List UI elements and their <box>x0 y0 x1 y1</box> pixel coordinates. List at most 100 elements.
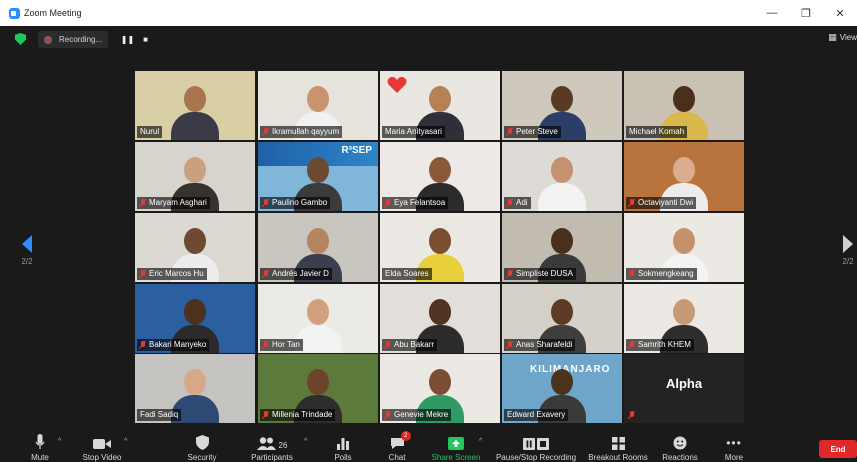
participant-tile[interactable]: Ikramullah qayyum <box>258 71 378 140</box>
participant-face <box>184 157 206 183</box>
participant-tile[interactable]: Bakari Manyeko <box>135 284 255 353</box>
stop-recording-button[interactable]: ■ <box>137 31 154 48</box>
participant-tile[interactable]: Alpha <box>624 354 744 423</box>
more-button[interactable]: ••• More <box>720 432 748 462</box>
participant-tile[interactable]: Maria Anityasari <box>380 71 500 140</box>
participant-tile[interactable]: Eya Felantsoa <box>380 142 500 211</box>
meeting-toolbar: Mute ^ Stop Video ^ Security 26 Particip… <box>0 431 857 462</box>
encryption-shield-icon[interactable] <box>15 33 26 45</box>
microphone-icon <box>35 432 45 450</box>
view-button[interactable]: ▦ View <box>828 32 857 43</box>
participant-tile[interactable]: Abu Bakarr <box>380 284 500 353</box>
participant-tile[interactable]: Maryam Asghari <box>135 142 255 211</box>
muted-microphone-icon <box>385 341 391 349</box>
participant-body <box>538 183 586 211</box>
participant-name: Nurul <box>140 127 160 136</box>
participant-tile[interactable]: KILIMANJARO Edward Exavery <box>502 354 622 423</box>
participant-name-tag: Andrés Javier D <box>260 268 332 280</box>
participant-face <box>429 369 451 395</box>
mute-button[interactable]: Mute <box>26 432 54 462</box>
restore-button[interactable]: ❐ <box>789 0 823 26</box>
next-page-button[interactable]: 2/2 <box>835 235 857 266</box>
zoom-window: Zoom Meeting — ❐ ✕ Recording... ❚❚ ■ ▦ V… <box>0 0 857 462</box>
participant-tile[interactable]: Fadi Sadiq <box>135 354 255 423</box>
recording-dot-icon <box>44 35 52 44</box>
muted-microphone-icon <box>263 128 269 136</box>
muted-microphone-icon <box>385 199 391 207</box>
share-screen-button[interactable]: Share Screen <box>430 432 482 462</box>
participant-tile[interactable]: Octaviyanti Dwi <box>624 142 744 211</box>
participant-tile[interactable]: Nurul <box>135 71 255 140</box>
participant-face <box>184 299 206 325</box>
grid-view-icon: ▦ <box>828 32 837 42</box>
participant-video <box>165 80 225 140</box>
participant-tile[interactable]: Eric Marcos Hu <box>135 213 255 282</box>
participant-name-tag: Hor Tan <box>260 339 303 351</box>
participant-name: Samrith KHEM <box>638 340 691 349</box>
participants-label: Participants <box>251 453 293 462</box>
polls-button[interactable]: Polls <box>330 432 356 462</box>
muted-microphone-icon <box>140 199 146 207</box>
participant-name: Ikramullah qayyum <box>272 127 340 136</box>
end-meeting-button[interactable]: End <box>819 440 857 458</box>
participant-name: Anas Sharafeldi <box>516 340 573 349</box>
participant-face <box>551 86 573 112</box>
participant-tile[interactable]: Millenia Trindade <box>258 354 378 423</box>
participant-face <box>673 299 695 325</box>
participant-tile[interactable]: Anas Sharafeldi <box>502 284 622 353</box>
audio-options-caret-icon[interactable]: ^ <box>58 438 61 445</box>
participant-name-tag: Paulino Gambo <box>260 197 331 209</box>
pause-stop-recording-button[interactable]: Pause/Stop Recording <box>494 432 578 462</box>
participant-name: Michael Komah <box>629 127 685 136</box>
more-label: More <box>724 453 744 462</box>
participant-name: Elda Soares <box>385 269 429 278</box>
participant-face <box>184 86 206 112</box>
participant-tile[interactable]: R³SEP Paulino Gambo <box>258 142 378 211</box>
participant-tile[interactable]: Andrés Javier D <box>258 213 378 282</box>
breakout-rooms-button[interactable]: Breakout Rooms <box>587 432 649 462</box>
participant-tile[interactable]: Adi <box>502 142 622 211</box>
participant-name: Adi <box>516 198 528 207</box>
share-screen-label: Share Screen <box>431 453 481 462</box>
participant-face <box>429 157 451 183</box>
participant-tile[interactable]: Simpliste DUSA <box>502 213 622 282</box>
participant-tile[interactable]: Elda Soares <box>380 213 500 282</box>
stop-video-button[interactable]: Stop Video <box>78 432 126 462</box>
participant-name: Simpliste DUSA <box>516 269 573 278</box>
participant-name-tag: Genevie Mekre <box>382 409 452 421</box>
participant-name-tag: Maryam Asghari <box>137 197 210 209</box>
participants-button[interactable]: 26 Participants <box>246 432 298 462</box>
participant-video <box>532 151 592 211</box>
participant-tile[interactable]: Peter Steve <box>502 71 622 140</box>
minimize-button[interactable]: — <box>755 0 789 26</box>
security-button[interactable]: Security <box>183 432 221 462</box>
participant-tile[interactable]: Samrith KHEM <box>624 284 744 353</box>
close-button[interactable]: ✕ <box>823 0 857 26</box>
participant-name-tag: Eya Felantsoa <box>382 197 449 209</box>
pause-recording-button[interactable]: ❚❚ <box>119 31 136 48</box>
reactions-label: Reactions <box>662 453 698 462</box>
chat-bubble-icon: 2 <box>390 431 411 450</box>
participant-tile[interactable]: Sokmengkeang <box>624 213 744 282</box>
breakout-rooms-label: Breakout Rooms <box>588 453 648 462</box>
muted-microphone-icon <box>507 128 513 136</box>
participant-display-name: Alpha <box>665 376 703 391</box>
previous-page-button[interactable]: 2/2 <box>14 235 40 266</box>
participant-name-tag: Peter Steve <box>504 126 561 138</box>
zoom-logo-icon <box>9 7 20 19</box>
video-options-caret-icon[interactable]: ^ <box>124 438 127 445</box>
reactions-button[interactable]: Reactions <box>660 432 700 462</box>
muted-microphone-icon <box>263 199 269 207</box>
participant-tile[interactable]: Michael Komah <box>624 71 744 140</box>
participant-tile[interactable]: Hor Tan <box>258 284 378 353</box>
participant-tile[interactable]: Genevie Mekre <box>380 354 500 423</box>
participants-caret-icon[interactable]: ^ <box>304 438 307 445</box>
share-options-caret-icon[interactable]: ^ <box>479 438 482 445</box>
more-dots-icon: ••• <box>726 436 742 450</box>
participant-name-tag: Bakari Manyeko <box>137 339 210 351</box>
participant-name-tag: Samrith KHEM <box>626 339 694 351</box>
chat-button[interactable]: 2 Chat <box>384 431 411 462</box>
chat-unread-badge: 2 <box>400 431 411 441</box>
muted-microphone-icon <box>629 199 635 207</box>
participant-face <box>673 228 695 254</box>
